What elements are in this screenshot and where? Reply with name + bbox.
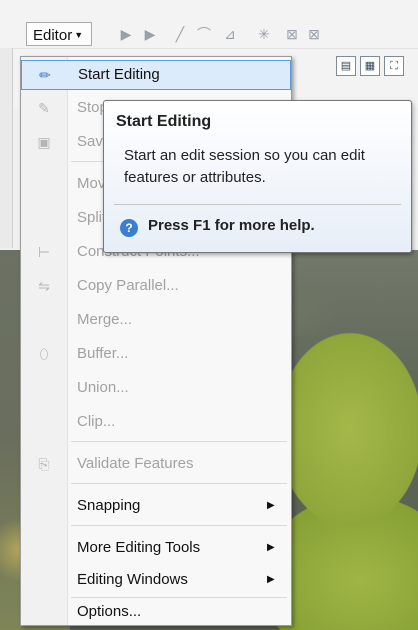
chevron-down-icon: ▼ bbox=[74, 30, 84, 40]
edit-vertices-icon[interactable]: ⊠ bbox=[284, 26, 300, 42]
menu-separator bbox=[71, 525, 287, 526]
attributes-icon[interactable]: ▤ bbox=[336, 56, 356, 76]
edit-tool-icon[interactable]: ▶ bbox=[118, 26, 134, 42]
pencil-icon: ✏ bbox=[39, 67, 51, 83]
menu-item-validate-features: ⎘ Validate Features bbox=[21, 447, 291, 481]
menu-item-label: Validate Features bbox=[77, 455, 194, 472]
menu-item-label: Union... bbox=[77, 379, 129, 396]
point-icon[interactable]: ✳ bbox=[256, 26, 272, 42]
construct-points-icon: ⊢ bbox=[37, 244, 51, 260]
menu-item-snapping[interactable]: Snapping ▶ bbox=[21, 489, 291, 523]
end-point-arc-icon[interactable]: ⌒ bbox=[196, 26, 212, 42]
create-features-icon[interactable]: ⛶ bbox=[384, 56, 404, 76]
tooltip-title: Start Editing bbox=[116, 113, 212, 130]
menu-item-label: Options... bbox=[77, 603, 142, 620]
menu-item-label: Clip... bbox=[77, 413, 116, 430]
menu-item-label: More Editing Tools bbox=[77, 539, 201, 556]
menu-item-start-editing[interactable]: ✏ Start Editing bbox=[21, 60, 291, 90]
help-icon: ? bbox=[120, 219, 138, 237]
save-icon: ▣ bbox=[37, 134, 51, 150]
tooltip-separator bbox=[114, 204, 401, 205]
editor-menu-label: Editor bbox=[33, 27, 73, 44]
tooltip-body: Start an edit session so you can edit fe… bbox=[124, 147, 365, 186]
menu-item-label: Merge... bbox=[77, 311, 133, 328]
menu-item-merge: Merge... bbox=[21, 303, 291, 337]
menu-separator bbox=[71, 483, 287, 484]
menu-separator bbox=[71, 441, 287, 442]
trace-icon[interactable]: ⊿ bbox=[222, 26, 238, 42]
menu-item-label: Copy Parallel... bbox=[77, 277, 179, 294]
menu-item-union: Union... bbox=[21, 371, 291, 405]
stop-edit-icon: ✎ bbox=[38, 100, 50, 116]
menu-item-buffer: ⬯ Buffer... bbox=[21, 337, 291, 371]
copy-parallel-icon: ⇋ bbox=[38, 278, 50, 294]
menu-item-copy-parallel: ⇋ Copy Parallel... bbox=[21, 269, 291, 303]
menu-item-label: Snapping bbox=[77, 497, 141, 514]
reshape-icon[interactable]: ⊠ bbox=[306, 26, 322, 42]
submenu-arrow-icon: ▶ bbox=[267, 500, 275, 511]
start-editing-tooltip: Start Editing Start an edit session so y… bbox=[103, 100, 412, 253]
sketch-properties-icon[interactable]: ▦ bbox=[360, 56, 380, 76]
validate-icon: ⎘ bbox=[38, 456, 50, 472]
menu-item-label: Start Editing bbox=[78, 66, 160, 83]
tooltip-help-text: Press F1 for more help. bbox=[148, 217, 315, 234]
menu-item-options[interactable]: Options... bbox=[21, 589, 291, 623]
editor-menu-button[interactable]: Editor ▼ bbox=[26, 22, 92, 46]
buffer-icon: ⬯ bbox=[39, 346, 49, 362]
menu-item-clip: Clip... bbox=[21, 405, 291, 439]
submenu-arrow-icon: ▶ bbox=[267, 542, 275, 553]
edit-annotation-icon[interactable]: ▶ bbox=[142, 26, 158, 42]
straight-segment-icon[interactable]: ╱ bbox=[172, 26, 188, 42]
left-panel-edge bbox=[0, 48, 13, 248]
menu-item-more-editing-tools[interactable]: More Editing Tools ▶ bbox=[21, 531, 291, 565]
menu-item-label: Buffer... bbox=[77, 345, 129, 362]
